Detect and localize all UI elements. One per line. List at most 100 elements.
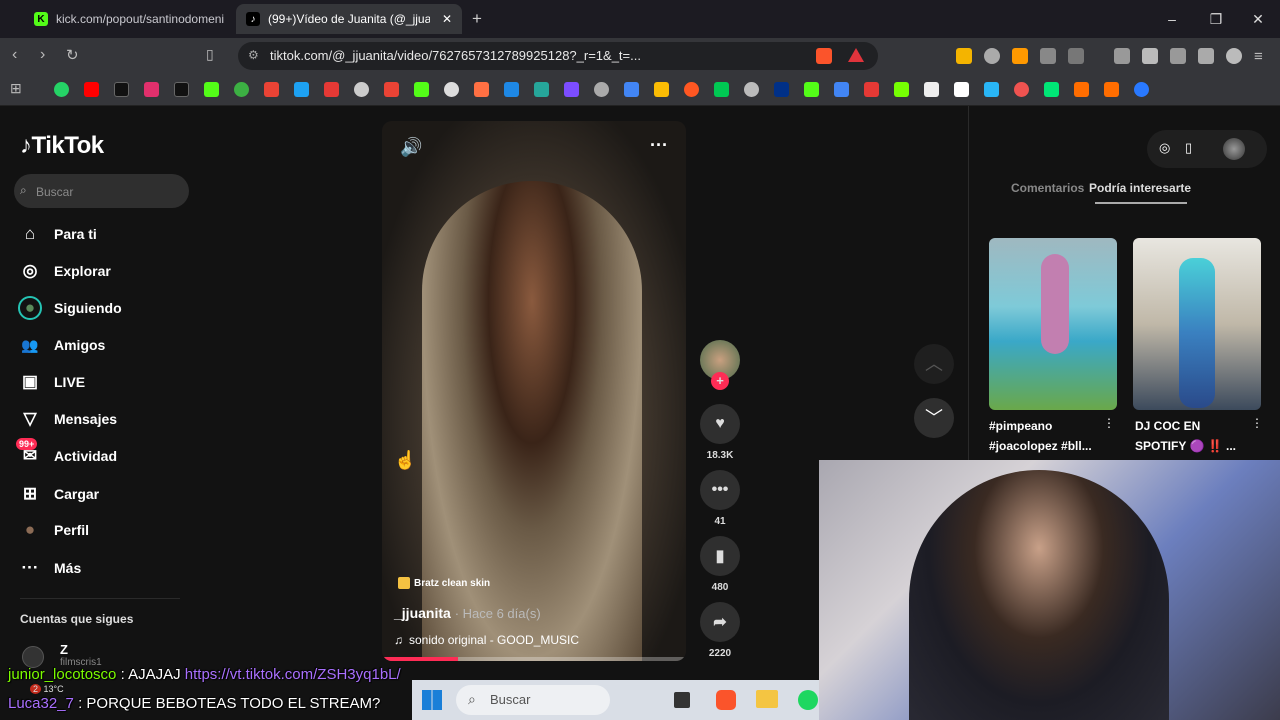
windows-start-icon[interactable] (422, 690, 442, 710)
url-input[interactable]: ⚙ tiktok.com/@_jjuanita/video/7627657312… (238, 42, 878, 70)
media-icon[interactable] (984, 48, 1000, 64)
next-video-button[interactable]: ﹀ (914, 398, 954, 438)
following-account[interactable]: Zfilmscris1 (22, 642, 102, 668)
instagram-icon[interactable] (144, 82, 159, 97)
video-thumbnail[interactable] (989, 238, 1117, 410)
leo-icon[interactable] (1198, 48, 1214, 64)
back-icon[interactable]: ‹ (12, 46, 17, 64)
screenshot-icon[interactable] (1068, 48, 1084, 64)
tiktok-logo[interactable]: ♪TikTok (20, 132, 104, 160)
file-explorer-icon[interactable] (756, 690, 778, 708)
x-icon[interactable] (174, 82, 189, 97)
more-options-icon[interactable]: ⋮ (1251, 416, 1263, 430)
bookmark-icon[interactable] (444, 82, 459, 97)
sidebar-item-mensajes[interactable]: ▽ Mensajes (18, 407, 117, 431)
previous-video-button[interactable]: ︿ (914, 344, 954, 384)
device-icon[interactable]: ▯ (1185, 140, 1192, 156)
drive-icon[interactable] (654, 82, 669, 97)
site-settings-icon[interactable]: ⚙ (248, 48, 259, 62)
comment-button[interactable]: ••• 41 (700, 470, 740, 527)
progress-track[interactable] (382, 657, 686, 661)
gmail-icon[interactable] (264, 82, 279, 97)
chat-link[interactable]: https://vt.tiktok.com/ZSH3yq1bL/ (185, 666, 401, 683)
globe-icon[interactable] (744, 82, 759, 97)
sidebar-item-amigos[interactable]: 👥 Amigos (18, 333, 105, 357)
bookmark-icon[interactable] (1044, 82, 1059, 97)
like-button[interactable]: ♥ 18.3K (700, 404, 740, 461)
wallet-icon[interactable] (1170, 48, 1186, 64)
gmail-icon[interactable] (384, 82, 399, 97)
brave-taskbar-icon[interactable] (716, 690, 736, 710)
creator-avatar[interactable]: + (700, 340, 740, 390)
extension-icon[interactable] (956, 48, 972, 64)
search-input[interactable]: ⌕ Buscar (14, 174, 189, 208)
task-view-icon[interactable] (674, 692, 690, 708)
close-tab-icon[interactable]: ✕ (442, 12, 452, 26)
bookmark-icon[interactable] (564, 82, 579, 97)
tab-comentarios[interactable]: Comentarios (1011, 181, 1084, 195)
share-button[interactable]: ➦ 2220 (700, 602, 740, 659)
more-options-icon[interactable]: ··· (650, 135, 668, 156)
apps-icon[interactable]: ⊞ (10, 80, 22, 97)
vpn-icon[interactable] (1226, 48, 1242, 64)
download-icon[interactable] (864, 82, 879, 97)
more-options-icon[interactable]: ⋮ (1103, 416, 1115, 430)
bookmark-icon[interactable] (924, 82, 939, 97)
sidebar-item-para-ti[interactable]: ⌂ Para ti (18, 222, 97, 246)
docs-icon[interactable] (624, 82, 639, 97)
bookmark-icon[interactable] (534, 82, 549, 97)
video-caption[interactable]: #pimpeano #joacolopez #bll... (989, 416, 1117, 456)
effect-tag[interactable]: Bratz clean skin (398, 577, 490, 589)
star-icon[interactable] (1074, 82, 1089, 97)
sidebar-item-explorar[interactable]: ◎ Explorar (18, 259, 111, 283)
tab-kick[interactable]: K kick.com/popout/santinodomenichini (24, 4, 234, 34)
minimize-button[interactable]: – (1150, 0, 1194, 38)
kick-bookmark-icon[interactable] (414, 82, 429, 97)
bookmark-icon[interactable] (684, 82, 699, 97)
kick-bookmark-icon[interactable] (804, 82, 819, 97)
bookmark-icon[interactable] (504, 82, 519, 97)
kick-bookmark-icon[interactable] (204, 82, 219, 97)
taskbar-search[interactable]: ⌕ Buscar (456, 685, 610, 715)
youtube-icon[interactable] (84, 82, 99, 97)
chart-bookmark-icon[interactable] (324, 82, 339, 97)
volume-icon[interactable]: 🔊 (400, 137, 422, 158)
video-thumbnail[interactable] (1133, 238, 1261, 410)
bookmark-icon[interactable] (354, 82, 369, 97)
bookmark-icon[interactable] (954, 82, 969, 97)
video-author[interactable]: _jjuanita (394, 605, 451, 621)
sidebar-item-mas[interactable]: ··· Más (18, 556, 82, 580)
sidebar-item-live[interactable]: ▣ LIVE (18, 370, 85, 394)
menu-icon[interactable]: ≡ (1254, 48, 1263, 65)
docs-icon[interactable] (834, 82, 849, 97)
bookmark-icon[interactable] (714, 82, 729, 97)
spotify-icon[interactable] (798, 690, 818, 710)
bookmark-icon[interactable] (1014, 82, 1029, 97)
bookmark-icon[interactable]: ▯ (206, 46, 214, 63)
bookmark-icon[interactable] (294, 82, 309, 97)
tab-tiktok[interactable]: ♪ (99+)Vídeo de Juanita (@_jjuanit ✕ (236, 4, 462, 34)
star-icon[interactable] (1104, 82, 1119, 97)
new-tab-button[interactable]: + (472, 9, 482, 29)
brave-rewards-icon[interactable] (848, 48, 864, 62)
download-icon[interactable] (894, 82, 909, 97)
bookmark-icon[interactable] (1134, 82, 1149, 97)
follow-plus-icon[interactable]: + (711, 372, 729, 390)
bookmark-icon[interactable] (594, 82, 609, 97)
save-button[interactable]: ▮ 480 (700, 536, 740, 593)
sidebar-item-cargar[interactable]: ⊞ Cargar (18, 482, 99, 506)
maximize-button[interactable]: ❐ (1194, 0, 1238, 38)
sidebar-item-siguiendo[interactable]: ● Siguiendo (18, 296, 122, 320)
puzzle-icon[interactable] (1040, 48, 1056, 64)
bookmark-icon[interactable] (474, 82, 489, 97)
brave-shield-icon[interactable] (816, 48, 832, 64)
video-caption[interactable]: DJ COC EN SPOTIFY 🟣 ‼️ ... (1135, 416, 1263, 456)
whatsapp-icon[interactable] (54, 82, 69, 97)
weather-widget[interactable]: 2 13°C (30, 684, 64, 694)
music-icon[interactable] (1114, 48, 1130, 64)
sidebar-icon[interactable] (1142, 48, 1158, 64)
sidebar-item-actividad[interactable]: ✉ 99+ Actividad (16, 438, 117, 468)
play-extension-icon[interactable] (1012, 48, 1028, 64)
bookmark-icon[interactable] (234, 82, 249, 97)
tiktok-bookmark-icon[interactable] (114, 82, 129, 97)
